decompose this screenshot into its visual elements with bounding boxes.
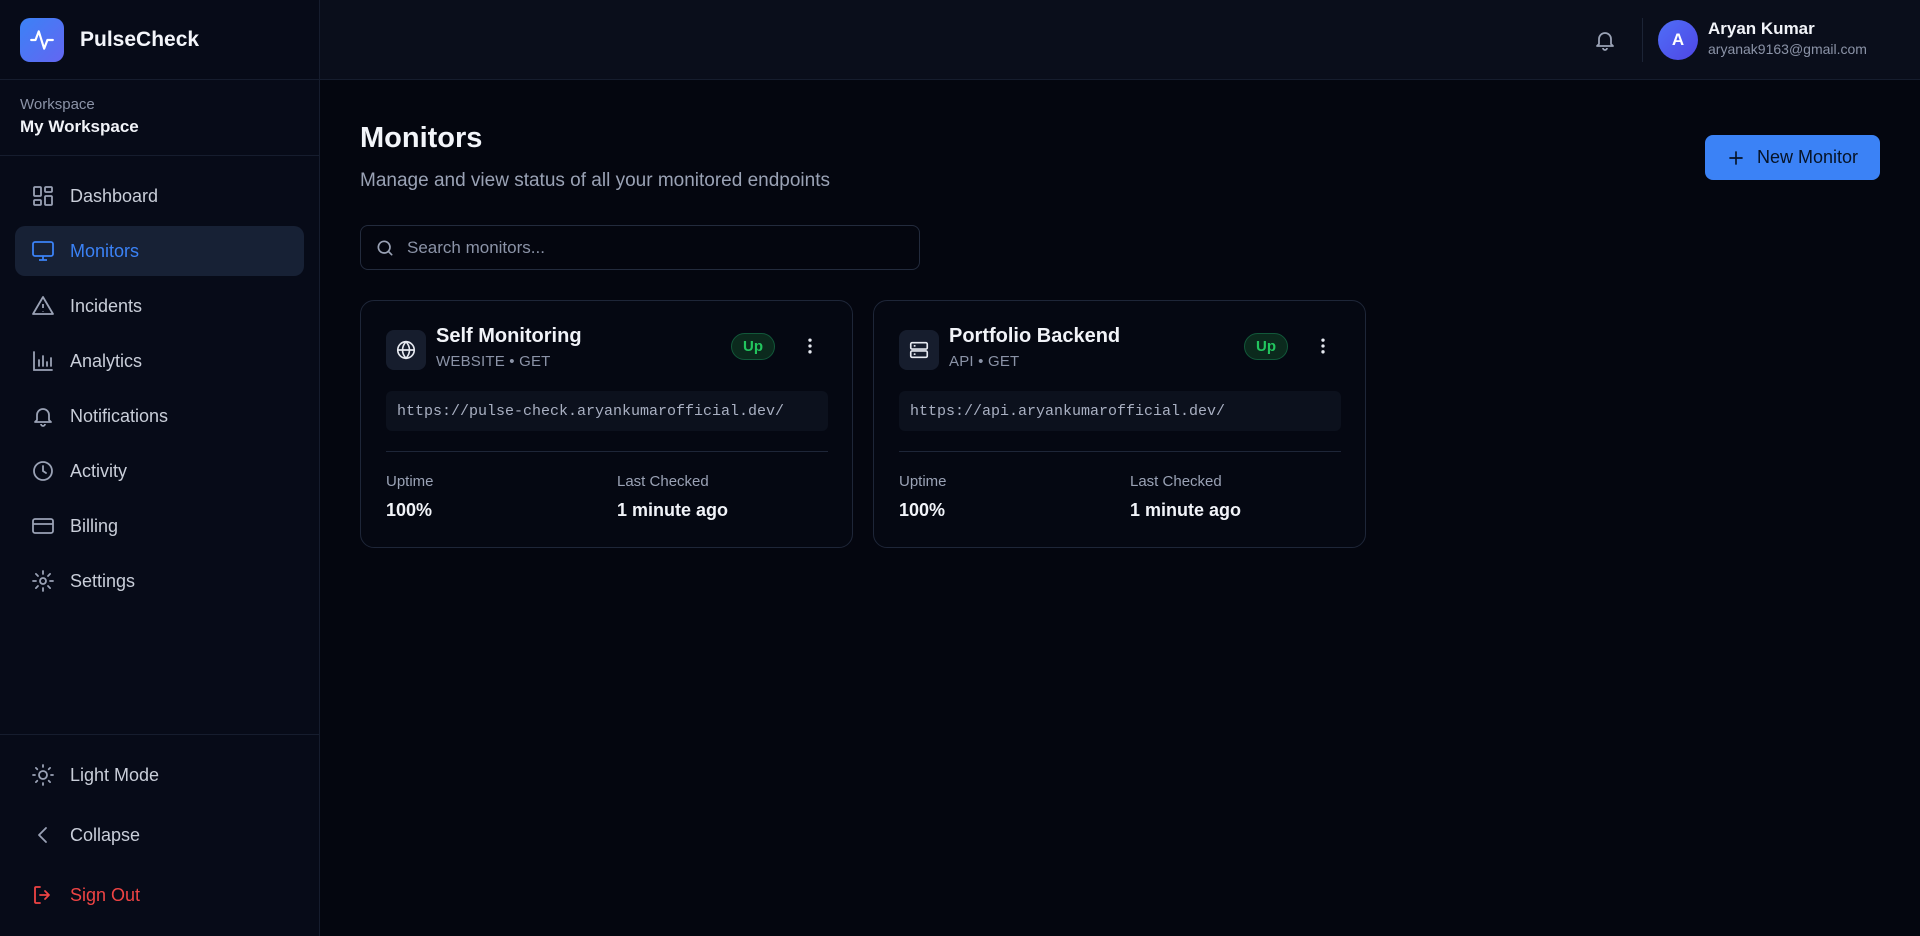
brand-name: PulseCheck: [80, 27, 200, 51]
sidebar-bottom: Light Mode Collapse Sign Out: [0, 734, 319, 930]
clock-icon: [30, 458, 56, 484]
sun-icon: [30, 762, 56, 788]
sidebar-item-analytics[interactable]: Analytics: [15, 336, 304, 386]
sidebar-item-label: Billing: [70, 515, 119, 536]
credit-card-icon: [30, 513, 56, 539]
pulse-logo-icon: [20, 17, 64, 62]
card-divider: [386, 451, 828, 452]
sidebar-item-label: Settings: [70, 570, 136, 591]
uptime-value: 100%: [386, 500, 433, 520]
sidebar-item-incidents[interactable]: Incidents: [15, 281, 304, 331]
search-box: [360, 225, 920, 270]
monitor-url: https://api.aryankumarofficial.dev/: [899, 391, 1341, 431]
uptime-label: Uptime: [899, 473, 947, 490]
sign-out-label: Sign Out: [70, 884, 141, 905]
workspace-name: My Workspace: [20, 117, 139, 136]
dots-vertical-icon: [808, 338, 812, 354]
last-checked-label: Last Checked: [1130, 473, 1222, 490]
dashboard-icon: [30, 183, 56, 209]
workspace-label: Workspace: [20, 96, 95, 113]
sidebar-item-label: Notifications: [70, 405, 169, 426]
collapse-button[interactable]: Collapse: [15, 810, 304, 860]
monitor-type: API • GET: [949, 353, 1020, 370]
sidebar-item-billing[interactable]: Billing: [15, 501, 304, 551]
light-mode-label: Light Mode: [70, 764, 160, 785]
monitor-card[interactable]: Portfolio Backend API • GET Up https://a…: [873, 300, 1366, 548]
user-name: Aryan Kumar: [1708, 19, 1815, 38]
uptime-value: 100%: [899, 500, 946, 520]
bell-icon: [1596, 32, 1614, 51]
collapse-label: Collapse: [70, 824, 141, 845]
card-divider: [899, 451, 1341, 452]
globe-icon: [386, 330, 426, 370]
last-checked-value: 1 minute ago: [1130, 500, 1242, 520]
user-email: aryanak9163@gmail.com: [1708, 41, 1867, 57]
sidebar-item-label: Dashboard: [70, 185, 159, 206]
sidebar-item-dashboard[interactable]: Dashboard: [15, 171, 304, 221]
sidebar-item-notifications[interactable]: Notifications: [15, 391, 304, 441]
avatar[interactable]: A: [1658, 20, 1698, 60]
monitor-icon: [30, 238, 56, 264]
sidebar-item-label: Monitors: [70, 240, 140, 261]
workspace-selector[interactable]: Workspace My Workspace: [0, 80, 319, 156]
chevron-left-icon: [30, 822, 56, 848]
monitor-type: WEBSITE • GET: [436, 353, 551, 370]
monitor-url: https://pulse-check.aryankumarofficial.d…: [386, 391, 828, 431]
light-mode-toggle[interactable]: Light Mode: [15, 750, 304, 800]
header-divider: [1642, 18, 1643, 62]
dots-vertical-icon: [1321, 338, 1325, 354]
monitor-card[interactable]: Self Monitoring WEBSITE • GET Up https:/…: [360, 300, 853, 548]
status-badge: Up: [731, 333, 775, 360]
sidebar-item-settings[interactable]: Settings: [15, 556, 304, 606]
plus-icon: [1729, 150, 1743, 165]
more-options-button[interactable]: [797, 333, 823, 359]
sidebar-item-monitors[interactable]: Monitors: [15, 226, 304, 276]
gear-icon: [30, 568, 56, 594]
sidebar-item-label: Incidents: [70, 295, 143, 316]
alert-triangle-icon: [30, 293, 56, 319]
sidebar: PulseCheck Workspace My Workspace Dashbo…: [0, 0, 320, 936]
search-input[interactable]: [407, 237, 907, 258]
server-icon: [899, 330, 939, 370]
last-checked-value: 1 minute ago: [617, 500, 729, 520]
page-title: Monitors: [360, 122, 483, 154]
monitor-name[interactable]: Portfolio Backend: [949, 325, 1120, 348]
notifications-button[interactable]: [1590, 25, 1620, 55]
new-monitor-label: New Monitor: [1756, 147, 1859, 167]
page-subtitle: Manage and view status of all your monit…: [360, 170, 830, 191]
uptime-label: Uptime: [386, 473, 434, 490]
last-checked-label: Last Checked: [617, 473, 709, 490]
logout-icon: [30, 882, 56, 908]
main-content: Monitors Manage and view status of all y…: [320, 80, 1920, 936]
brand[interactable]: PulseCheck: [0, 0, 319, 80]
sidebar-item-label: Analytics: [70, 350, 143, 371]
sidebar-nav: Dashboard Monitors Incidents Analytics N…: [0, 156, 319, 606]
monitor-name[interactable]: Self Monitoring: [436, 325, 582, 348]
top-header: A Aryan Kumar aryanak9163@gmail.com: [320, 0, 1920, 80]
sidebar-item-activity[interactable]: Activity: [15, 446, 304, 496]
sign-out-button[interactable]: Sign Out: [15, 870, 304, 920]
new-monitor-button[interactable]: New Monitor: [1705, 135, 1880, 180]
bell-icon: [30, 403, 56, 429]
search-icon: [377, 240, 393, 255]
sidebar-item-label: Activity: [70, 460, 128, 481]
bar-chart-icon: [30, 348, 56, 374]
status-badge: Up: [1244, 333, 1288, 360]
more-options-button[interactable]: [1310, 333, 1336, 359]
